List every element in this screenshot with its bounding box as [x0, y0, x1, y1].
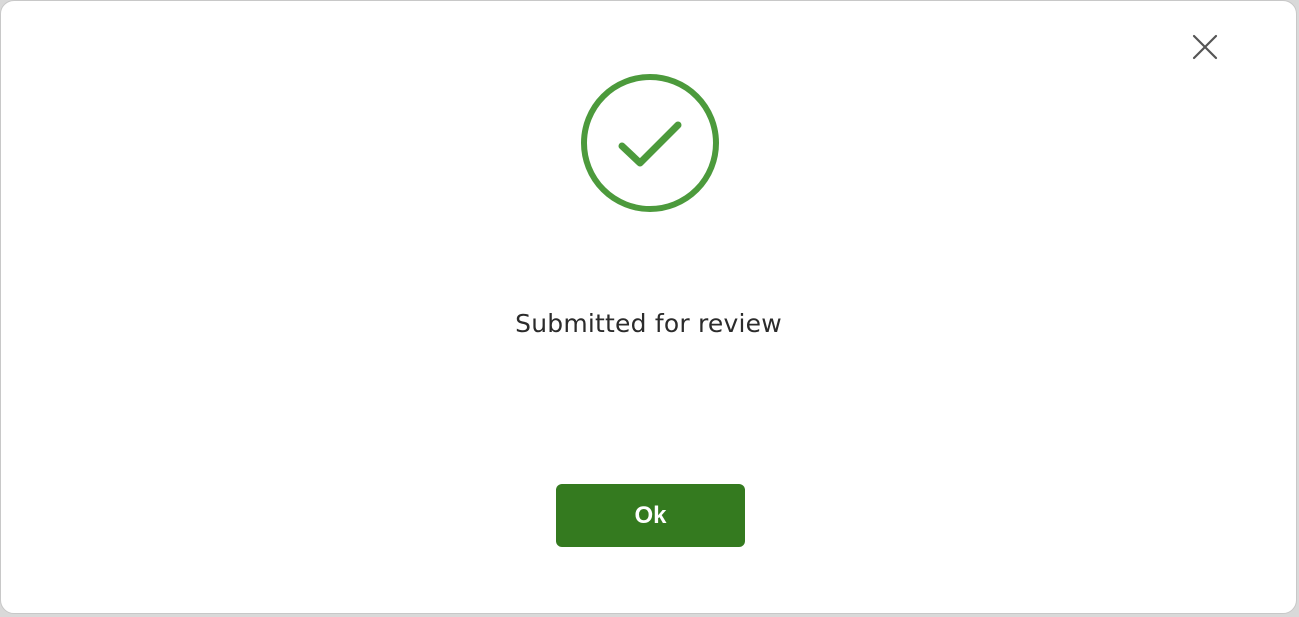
ok-button[interactable]: Ok — [556, 484, 745, 547]
submission-dialog: Submitted for review Ok — [0, 0, 1297, 614]
check-circle-icon — [581, 74, 719, 212]
close-icon — [1192, 34, 1218, 60]
status-message: Submitted for review — [515, 309, 782, 338]
ok-button-label: Ok — [634, 501, 667, 529]
close-button[interactable] — [1183, 25, 1227, 69]
